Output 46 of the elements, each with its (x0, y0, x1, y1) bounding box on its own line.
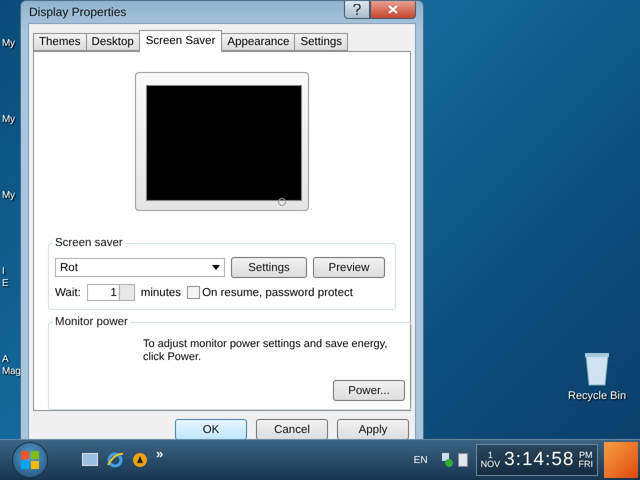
wait-spinner[interactable]: 1 (86, 284, 135, 301)
checkbox-label[interactable]: On resume, password protect (202, 286, 353, 298)
dialog-button[interactable]: Apply (337, 419, 409, 440)
desktop-icon-label[interactable]: My (2, 38, 19, 50)
group-label: Screen saver (54, 237, 124, 249)
language-indicator[interactable]: EN (414, 454, 428, 466)
dialog-button[interactable]: OK (175, 419, 247, 440)
minutes-label: minutes (140, 286, 182, 298)
caret-icon (212, 265, 220, 270)
power-description: To adjust monitor power settings and save energy, click Power. (143, 338, 388, 364)
media-button[interactable] (132, 452, 148, 468)
start-button[interactable] (12, 442, 48, 478)
close-icon (388, 5, 398, 14)
window-title: Display Properties (28, 5, 126, 19)
desktop-icon-label[interactable]: A Mag (2, 354, 19, 378)
tab[interactable]: Screen Saver (138, 30, 222, 52)
desktop-icon-label[interactable]: I E (2, 266, 19, 290)
tab[interactable]: Appearance (221, 33, 296, 51)
tab[interactable]: Desktop (86, 33, 140, 51)
help-button[interactable] (344, 1, 370, 19)
close-button[interactable] (370, 1, 416, 19)
power-button[interactable]: Power... (333, 380, 405, 401)
settings-button[interactable]: Settings (231, 257, 307, 278)
dialog-button[interactable]: Cancel (256, 419, 328, 440)
desktop-icon[interactable] (82, 453, 98, 467)
photo-placeholder (604, 442, 638, 478)
power-light-icon (278, 198, 286, 206)
trash-bin-icon[interactable] (584, 352, 610, 386)
letter-e-icon (106, 451, 124, 469)
windows-logo-icon (21, 451, 39, 469)
tab[interactable]: Settings (294, 33, 348, 51)
circle-icon (132, 452, 148, 468)
monitor-icon (82, 453, 98, 467)
desktop-icon-label[interactable]: My (2, 190, 19, 202)
group-label: Monitor power (54, 316, 129, 328)
checkbox[interactable] (187, 286, 200, 299)
tab[interactable]: Themes (33, 33, 87, 51)
help-icon (353, 4, 361, 15)
wait-label: Wait: (55, 286, 81, 298)
preview-button[interactable]: Preview (313, 257, 385, 278)
document-icon[interactable] (458, 453, 468, 467)
screen-saver-dropdown[interactable]: Rot (55, 258, 225, 277)
desktop-icon-label[interactable]: Recycle Bin (568, 390, 626, 402)
browser-button[interactable] (106, 451, 124, 469)
chevron-button[interactable]: » (156, 446, 164, 460)
desktop-icon-label[interactable]: My (2, 114, 19, 126)
